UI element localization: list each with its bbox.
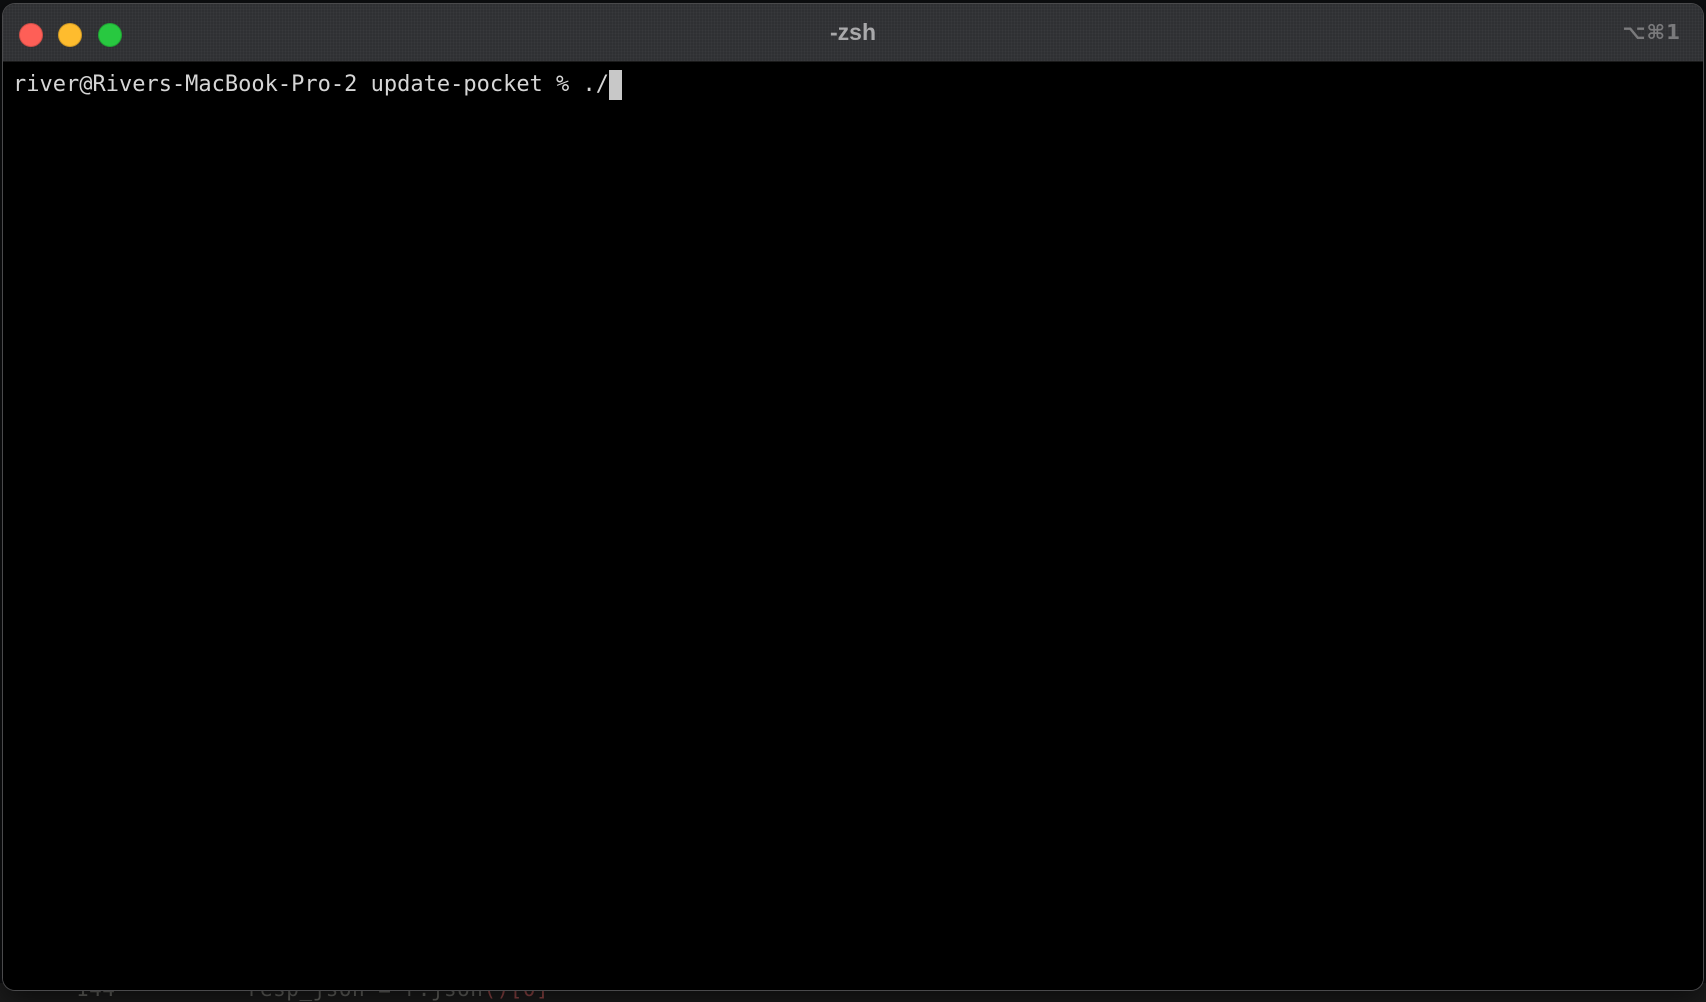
terminal-content[interactable]: river@Rivers-MacBook-Pro-2 update-pocket… bbox=[3, 62, 1703, 990]
command-input[interactable]: ./ bbox=[583, 72, 610, 97]
title-bar[interactable]: -zsh ⌥⌘1 bbox=[3, 4, 1703, 62]
window-shortcut-label: ⌥⌘1 bbox=[1622, 20, 1681, 44]
text-cursor bbox=[609, 70, 623, 100]
shell-prompt: river@Rivers-MacBook-Pro-2 update-pocket… bbox=[13, 72, 583, 97]
window-title: -zsh bbox=[830, 19, 876, 45]
desktop: 144 resp_json = r.json()[0] -zsh ⌥⌘1 riv… bbox=[0, 0, 1706, 1002]
terminal-window[interactable]: -zsh ⌥⌘1 river@Rivers-MacBook-Pro-2 upda… bbox=[3, 4, 1703, 990]
prompt-line[interactable]: river@Rivers-MacBook-Pro-2 update-pocket… bbox=[13, 70, 623, 100]
